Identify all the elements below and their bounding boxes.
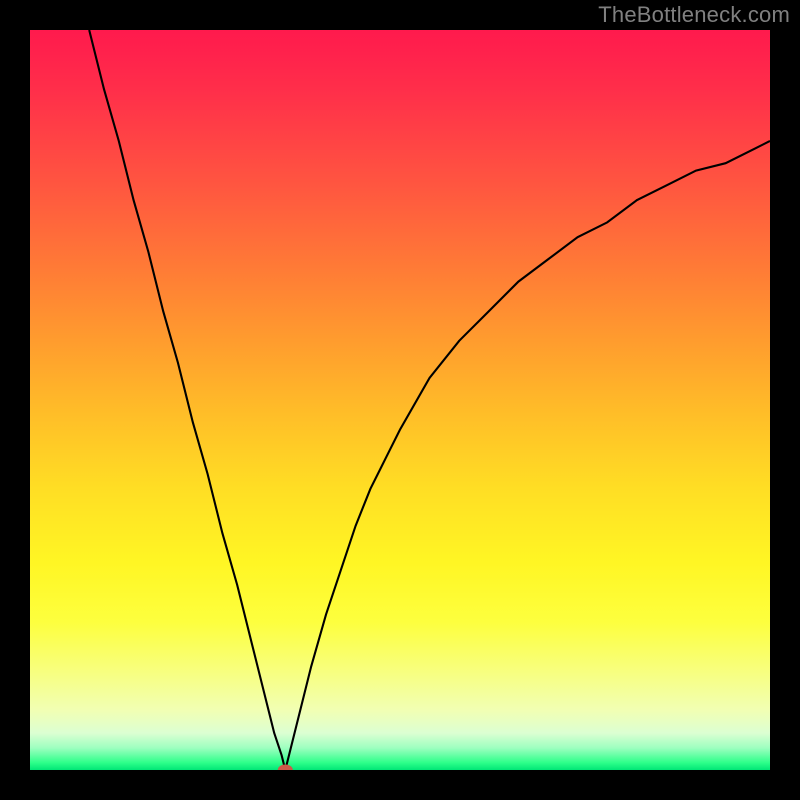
plot-area bbox=[30, 30, 770, 770]
bottleneck-curve bbox=[89, 30, 770, 770]
watermark-text: TheBottleneck.com bbox=[598, 2, 790, 28]
curve-layer bbox=[30, 30, 770, 770]
tangent-marker bbox=[278, 765, 292, 770]
chart-frame: TheBottleneck.com bbox=[0, 0, 800, 800]
